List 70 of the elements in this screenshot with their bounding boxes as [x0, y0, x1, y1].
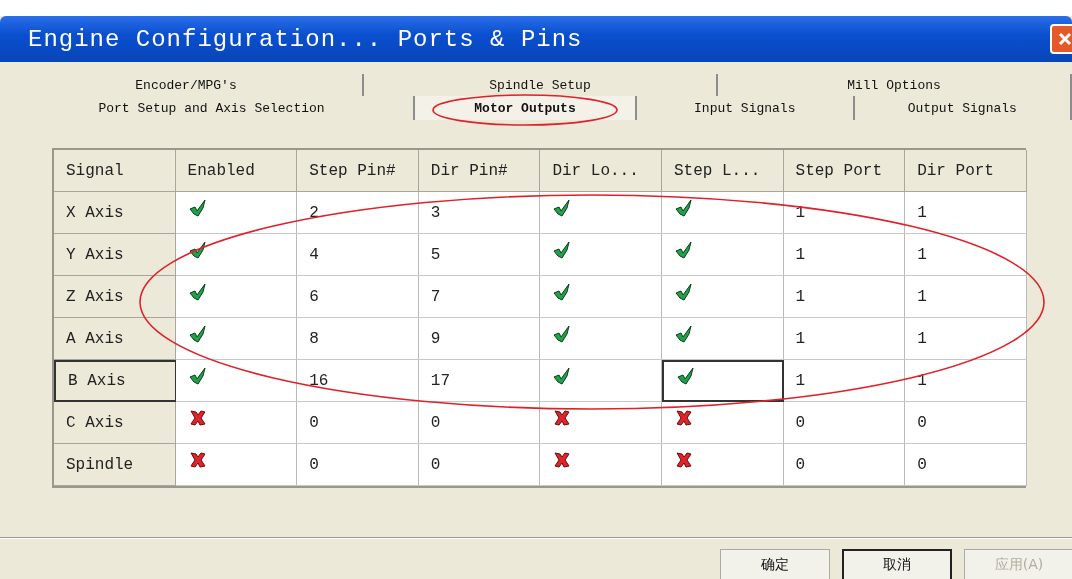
table-cell: 3 — [418, 192, 541, 234]
checkbox-cell[interactable] — [661, 192, 784, 234]
table-cell: 1 — [783, 318, 906, 360]
table-cell: 1 — [783, 192, 906, 234]
table-cell: 1 — [905, 192, 1027, 234]
checkbox-cell[interactable] — [540, 192, 662, 234]
table-cell: 1 — [783, 360, 906, 402]
column-header[interactable]: Step Port — [783, 150, 906, 192]
table-cell: 0 — [418, 402, 541, 444]
checkbox-cell[interactable] — [540, 318, 662, 360]
table-cell: 1 — [905, 360, 1027, 402]
table-cell: 0 — [418, 444, 541, 486]
checkbox-cell[interactable] — [175, 360, 298, 402]
column-header[interactable]: Dir Lo... — [540, 150, 662, 192]
table-cell: 0 — [905, 402, 1027, 444]
table-cell: 8 — [297, 318, 419, 360]
checkbox-cell[interactable] — [540, 444, 662, 486]
row-header[interactable]: A Axis — [54, 318, 176, 360]
row-header[interactable]: X Axis — [54, 192, 176, 234]
table-cell: 4 — [297, 234, 419, 276]
checkbox-cell[interactable] — [540, 276, 662, 318]
column-header[interactable]: Step L... — [661, 150, 784, 192]
row-header[interactable]: Spindle — [54, 444, 176, 486]
dialog-button[interactable]: 确定 — [720, 549, 830, 579]
checkbox-cell[interactable] — [175, 234, 298, 276]
table-cell: 1 — [905, 276, 1027, 318]
table-cell: 0 — [297, 402, 419, 444]
table-cell: 0 — [783, 444, 906, 486]
checkbox-cell[interactable] — [540, 234, 662, 276]
table-cell: 9 — [418, 318, 541, 360]
table-cell: 17 — [418, 360, 541, 402]
table-cell: 1 — [783, 234, 906, 276]
checkbox-cell[interactable] — [661, 360, 784, 402]
column-header[interactable]: Enabled — [175, 150, 298, 192]
row-header[interactable]: Z Axis — [54, 276, 176, 318]
checkbox-cell[interactable] — [175, 444, 298, 486]
checkbox-cell[interactable] — [175, 402, 298, 444]
window-title: Engine Configuration... Ports & Pins — [28, 25, 584, 53]
row-header[interactable]: C Axis — [54, 402, 176, 444]
close-icon — [1057, 31, 1072, 47]
row-header[interactable]: B Axis — [54, 360, 176, 402]
table-cell: 1 — [905, 318, 1027, 360]
checkbox-cell[interactable] — [661, 318, 784, 360]
table-cell: 1 — [905, 234, 1027, 276]
table-cell: 5 — [418, 234, 541, 276]
table-cell: 1 — [783, 276, 906, 318]
table-cell: 0 — [905, 444, 1027, 486]
checkbox-cell[interactable] — [175, 192, 298, 234]
table-cell: 0 — [297, 444, 419, 486]
close-button[interactable] — [1050, 24, 1072, 54]
checkbox-cell[interactable] — [661, 276, 784, 318]
checkbox-cell[interactable] — [175, 276, 298, 318]
table-cell: 2 — [297, 192, 419, 234]
checkbox-cell[interactable] — [661, 402, 784, 444]
row-header[interactable]: Y Axis — [54, 234, 176, 276]
column-header[interactable]: Dir Pin# — [418, 150, 541, 192]
table-cell: 16 — [297, 360, 419, 402]
checkbox-cell[interactable] — [175, 318, 298, 360]
checkbox-cell[interactable] — [540, 360, 662, 402]
tab[interactable]: Motor Outputs — [415, 96, 637, 120]
column-header[interactable]: Signal — [54, 150, 176, 192]
column-header[interactable]: Dir Port — [905, 150, 1027, 192]
dialog-button[interactable]: 取消 — [842, 549, 952, 579]
column-header[interactable]: Step Pin# — [297, 150, 419, 192]
checkbox-cell[interactable] — [540, 402, 662, 444]
checkbox-cell[interactable] — [661, 234, 784, 276]
checkbox-cell[interactable] — [661, 444, 784, 486]
table-cell: 6 — [297, 276, 419, 318]
table-cell: 0 — [783, 402, 906, 444]
table-cell: 7 — [418, 276, 541, 318]
